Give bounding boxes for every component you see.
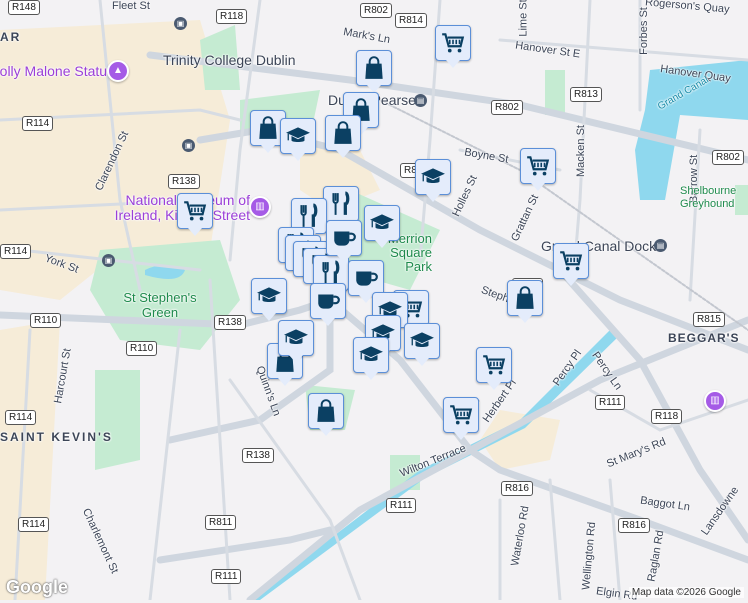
tram-stop-icon: ▣	[182, 139, 195, 152]
map-marker-restaurant[interactable]	[323, 186, 359, 229]
road-shield-r811: R811	[205, 515, 237, 530]
area-saint-kevins: SAINT KEVIN'S	[0, 430, 113, 444]
shopping-bag-icon	[512, 285, 538, 311]
shopping-bag-icon	[361, 55, 387, 81]
map-marker-graduation-cap[interactable]	[415, 159, 451, 202]
place-trinity-college: Trinity College Dublin	[163, 52, 296, 68]
road-shield-r110: R110	[30, 313, 62, 328]
train-station-icon: ▤	[654, 239, 667, 252]
place-st-stephens-green[interactable]: St Stephen's Green	[120, 290, 200, 320]
map-marker-graduation-cap[interactable]	[278, 320, 314, 363]
tram-stop-icon: ▣	[174, 17, 187, 30]
road-shield-r114: R114	[0, 244, 32, 259]
shopping-bag-icon	[330, 120, 356, 146]
street-label: Fleet St	[112, 0, 150, 12]
graduation-cap-icon	[409, 328, 435, 354]
shopping-cart-icon	[448, 402, 474, 428]
place-molly-malone[interactable]: Molly Malone Statue	[0, 63, 115, 79]
map-marker-coffee-cup[interactable]	[310, 283, 346, 326]
shopping-cart-icon	[481, 352, 507, 378]
map-marker-graduation-cap[interactable]	[364, 205, 400, 248]
road-shield-r111: R111	[386, 498, 417, 513]
map-marker-graduation-cap[interactable]	[353, 337, 389, 380]
road-shield-r816: R816	[501, 481, 533, 496]
map-marker-coffee-cup[interactable]	[326, 220, 362, 263]
map-marker-graduation-cap[interactable]	[280, 118, 316, 161]
train-station-icon: ▤	[414, 94, 427, 107]
street-label: Forbes St	[637, 7, 650, 55]
coffee-cup-icon	[315, 288, 341, 314]
road-shield-r111: R111	[595, 395, 626, 410]
graduation-cap-icon	[369, 210, 395, 236]
graduation-cap-icon	[358, 342, 384, 368]
road-shield-r118: R118	[216, 9, 248, 24]
road-shield-r110: R110	[126, 341, 158, 356]
road-shield-r802: R802	[712, 150, 744, 165]
road-shield-r114: R114	[18, 517, 50, 532]
road-shield-r138: R138	[214, 315, 246, 330]
tram-stop-icon: ▣	[102, 254, 115, 267]
area-beggars-bush: BEGGAR'S	[668, 331, 740, 345]
road-shield-r114: R114	[22, 116, 54, 131]
road-shield-r802: R802	[360, 3, 392, 18]
map-marker-graduation-cap[interactable]	[251, 278, 287, 321]
restaurant-icon	[328, 191, 354, 217]
shopping-cart-icon	[182, 198, 208, 224]
shopping-cart-icon	[440, 30, 466, 56]
map-marker-shopping-cart[interactable]	[435, 25, 471, 68]
map-marker-graduation-cap[interactable]	[404, 323, 440, 366]
statue-icon[interactable]: ▲	[107, 60, 129, 82]
shopping-cart-icon	[558, 248, 584, 274]
map-marker-shopping-cart[interactable]	[476, 347, 512, 390]
place-shelbourne-park[interactable]: Shelbourne Greyhound	[680, 185, 746, 211]
museum-icon[interactable]: ▥	[249, 196, 271, 218]
map-marker-shopping-cart[interactable]	[177, 193, 213, 236]
restaurant-icon	[296, 203, 322, 229]
area-temple-bar: AR	[0, 30, 22, 44]
coffee-cup-icon	[331, 225, 357, 251]
shopping-bag-icon	[255, 115, 281, 141]
map-marker-coffee-cup[interactable]	[348, 260, 384, 303]
street-label: Macken St	[574, 125, 587, 177]
map-attribution[interactable]: Map data ©2026 Google	[628, 587, 744, 598]
coffee-cup-icon	[353, 265, 379, 291]
road-shield-r814: R814	[395, 13, 427, 28]
road-shield-r816: R816	[618, 518, 650, 533]
road-shield-r813: R813	[570, 87, 602, 102]
road-shield-r111: R111	[211, 569, 242, 584]
map-marker-shopping-cart[interactable]	[553, 243, 589, 286]
road-shield-r118: R118	[651, 409, 683, 424]
map-marker-shopping-bag[interactable]	[325, 115, 361, 158]
road-shield-r138: R138	[168, 174, 200, 189]
shopping-cart-icon	[525, 153, 551, 179]
road-shield-r815: R815	[693, 312, 725, 327]
road-shield-r138: R138	[242, 448, 274, 463]
map-marker-shopping-bag[interactable]	[356, 50, 392, 93]
map-marker-shopping-cart[interactable]	[443, 397, 479, 440]
map-marker-shopping-bag[interactable]	[507, 280, 543, 323]
graduation-cap-icon	[285, 123, 311, 149]
graduation-cap-icon	[256, 283, 282, 309]
landmark-icon[interactable]: ▥	[704, 390, 726, 412]
street-label: Lime St	[517, 0, 530, 37]
google-logo: Google	[6, 577, 68, 597]
map-marker-shopping-cart[interactable]	[520, 148, 556, 191]
road-shield-r114: R114	[5, 410, 37, 425]
shopping-bag-icon	[313, 398, 339, 424]
map-marker-shopping-bag[interactable]	[308, 393, 344, 436]
graduation-cap-icon	[420, 164, 446, 190]
graduation-cap-icon	[283, 325, 309, 351]
road-shield-r148: R148	[8, 0, 40, 15]
road-shield-r802: R802	[491, 100, 523, 115]
